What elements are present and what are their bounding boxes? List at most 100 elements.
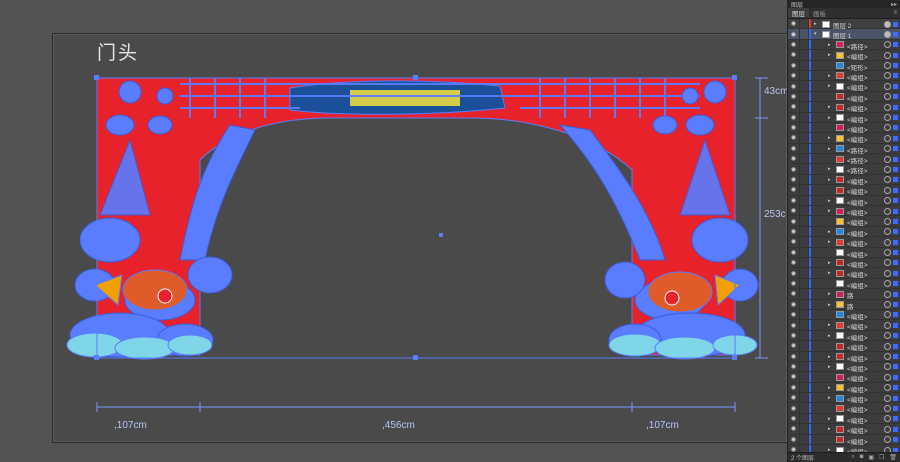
target-circle-icon[interactable] <box>884 217 891 225</box>
sublayer-row[interactable]: ◉ <矩形> <box>788 60 900 72</box>
selection-indicator[interactable] <box>893 187 898 193</box>
lock-toggle[interactable] <box>799 143 809 154</box>
sublayer-row[interactable]: ◉ ▸ 路 <box>788 299 900 311</box>
lock-toggle[interactable] <box>799 393 809 403</box>
target-circle-icon[interactable] <box>884 197 891 205</box>
visibility-eye-icon[interactable]: ◉ <box>788 436 799 443</box>
lock-toggle[interactable] <box>799 50 809 60</box>
lock-toggle[interactable] <box>799 60 809 70</box>
lock-toggle[interactable] <box>799 424 809 434</box>
target-circle-icon[interactable] <box>884 165 891 173</box>
expand-triangle-icon[interactable]: ▸ <box>828 135 831 141</box>
tab-layers[interactable]: 图层 <box>788 8 809 18</box>
make-clipping-mask-icon[interactable]: ◙ <box>860 454 864 461</box>
target-circle-icon[interactable] <box>884 404 891 412</box>
target-circle-icon[interactable] <box>884 436 891 444</box>
sublayer-row[interactable]: ◉▸<编组> <box>788 361 900 373</box>
selection-indicator[interactable] <box>893 42 898 48</box>
selection-indicator[interactable] <box>893 94 898 100</box>
sublayer-row[interactable]: ◉▸<编组> <box>788 393 900 404</box>
lock-toggle[interactable] <box>799 309 809 320</box>
selection-indicator[interactable] <box>893 354 898 359</box>
sublayer-row[interactable]: ◉ <编组> <box>788 91 900 103</box>
visibility-eye-icon[interactable]: ◉ <box>788 270 799 277</box>
expand-triangle-icon[interactable]: ▸ <box>828 416 831 422</box>
sublayer-row[interactable]: ◉▸<编组> <box>788 424 900 435</box>
panel-menu-icon[interactable]: ≡ <box>890 8 900 18</box>
target-circle-icon[interactable] <box>884 353 891 360</box>
lock-toggle[interactable] <box>799 39 809 50</box>
selection-indicator[interactable] <box>893 115 898 121</box>
target-circle-icon[interactable] <box>884 332 891 340</box>
lock-toggle[interactable] <box>799 122 809 133</box>
sublayer-row[interactable]: ◉▸<编组> <box>788 382 900 394</box>
expand-triangle-icon[interactable]: ▸ <box>828 198 831 204</box>
lock-toggle[interactable] <box>799 382 809 393</box>
lock-toggle[interactable] <box>799 247 809 257</box>
target-circle-icon[interactable] <box>884 72 891 80</box>
sublayer-row[interactable]: ◉ <路径> <box>788 154 900 165</box>
layer-row[interactable]: ◉ ▸ 图层 2 <box>788 19 900 30</box>
target-circle-icon[interactable] <box>884 134 891 142</box>
expand-triangle-open-icon[interactable]: ▾ <box>814 31 817 37</box>
sublayer-row[interactable]: ◉▸<编组> <box>788 112 900 124</box>
expand-triangle-icon[interactable]: ▸ <box>828 354 831 360</box>
selection-indicator[interactable] <box>893 250 898 256</box>
visibility-eye-icon[interactable]: ◉ <box>788 197 799 204</box>
sublayer-row[interactable]: ◉▸<编组> <box>788 102 900 113</box>
sublayer-row[interactable]: ◉▸<编组> <box>788 50 900 61</box>
expand-triangle-icon[interactable]: ▸ <box>828 166 831 172</box>
selection-indicator[interactable] <box>893 198 898 204</box>
target-circle-icon[interactable] <box>884 384 891 392</box>
selection-indicator[interactable] <box>893 73 898 79</box>
sublayer-row[interactable]: ◉ <编组> <box>788 372 900 383</box>
lock-toggle[interactable] <box>799 19 809 29</box>
sublayer-row[interactable]: ◉▸<编组> <box>788 81 900 92</box>
lock-toggle[interactable] <box>799 174 809 185</box>
visibility-eye-icon[interactable]: ◉ <box>788 166 799 173</box>
target-circle-icon[interactable] <box>884 363 891 371</box>
lock-toggle[interactable] <box>799 226 809 237</box>
expand-triangle-icon[interactable]: ▸ <box>828 52 831 58</box>
lock-toggle[interactable] <box>799 237 809 247</box>
target-circle-icon[interactable] <box>884 394 891 402</box>
target-circle-icon[interactable] <box>884 62 891 70</box>
target-circle-icon[interactable] <box>884 259 891 267</box>
lock-toggle[interactable] <box>799 320 809 330</box>
selection-indicator[interactable] <box>893 437 898 443</box>
selection-indicator[interactable] <box>893 239 898 245</box>
sublayer-row[interactable]: ◉▸<编组> <box>788 330 900 342</box>
gate-artwork[interactable] <box>0 0 787 462</box>
sublayer-row[interactable]: ◉ <编组> <box>788 185 900 196</box>
visibility-eye-icon[interactable]: ◉ <box>788 249 799 256</box>
selection-indicator[interactable] <box>893 374 898 380</box>
lock-toggle[interactable] <box>799 257 809 268</box>
visibility-eye-icon[interactable]: ◉ <box>788 259 799 266</box>
target-circle-icon[interactable] <box>884 145 891 153</box>
visibility-eye-icon[interactable]: ◉ <box>788 353 799 360</box>
lock-toggle[interactable] <box>799 330 809 341</box>
sublayer-row[interactable]: ◉▸<编组> <box>788 268 900 279</box>
target-circle-icon[interactable] <box>884 321 891 329</box>
visibility-eye-icon[interactable]: ◉ <box>788 238 799 245</box>
target-circle-icon[interactable] <box>884 415 891 423</box>
target-circle-icon[interactable] <box>884 311 891 319</box>
selection-indicator[interactable] <box>893 135 898 141</box>
expand-triangle-icon[interactable]: ▸ <box>828 270 831 276</box>
lock-toggle[interactable] <box>799 413 809 424</box>
lock-toggle[interactable] <box>799 372 809 382</box>
lock-toggle[interactable] <box>799 133 809 143</box>
visibility-eye-icon[interactable]: ◉ <box>788 332 799 339</box>
target-circle-icon[interactable] <box>884 176 891 184</box>
new-layer-icon[interactable]: ❐ <box>879 454 884 461</box>
selection-indicator[interactable] <box>893 281 898 287</box>
lock-toggle[interactable] <box>799 112 809 122</box>
target-circle-icon[interactable] <box>884 290 891 298</box>
lock-toggle[interactable] <box>799 351 809 361</box>
delete-layer-icon[interactable]: 🗑 <box>889 454 897 461</box>
lock-toggle[interactable] <box>799 341 809 351</box>
selection-indicator[interactable] <box>893 166 898 172</box>
visibility-eye-icon[interactable]: ◉ <box>788 280 799 287</box>
lock-toggle[interactable] <box>799 268 809 278</box>
sublayer-row[interactable]: ◉▸<编组> <box>788 237 900 248</box>
